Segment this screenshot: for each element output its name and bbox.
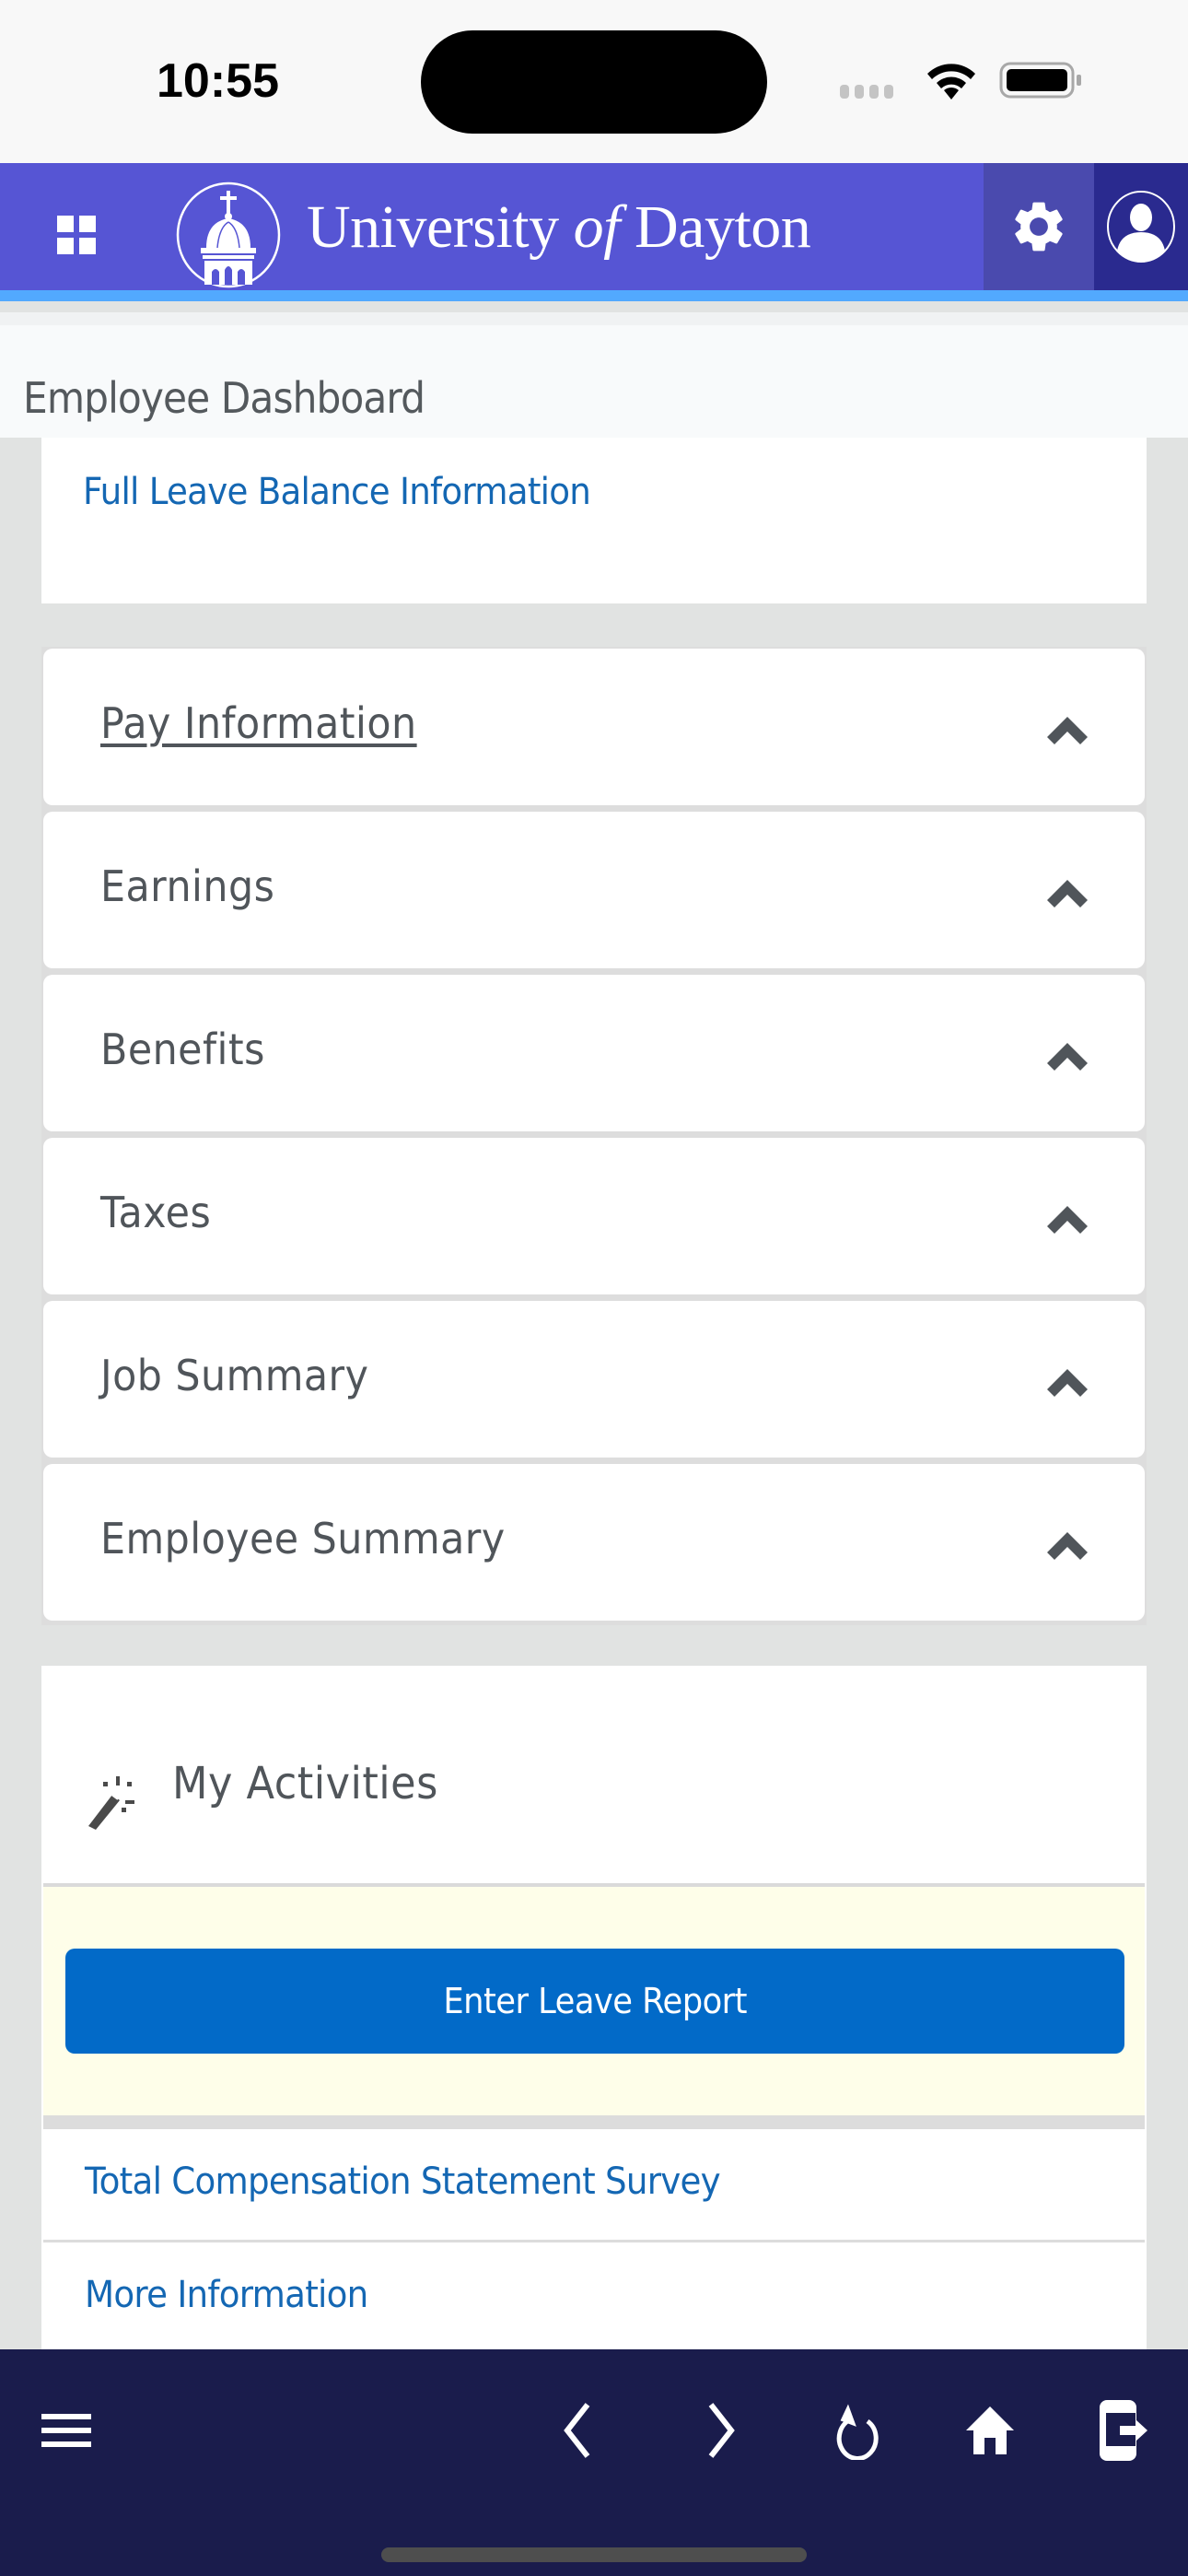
app-header: University of Dayton — [0, 163, 1188, 301]
menu-icon — [41, 2414, 91, 2447]
chevron-up-icon — [1047, 1532, 1088, 1560]
back-button[interactable] — [543, 2394, 608, 2467]
accordion-item-earnings[interactable]: Earnings — [43, 812, 1145, 968]
accordion-label: Taxes — [100, 1188, 212, 1237]
home-button[interactable] — [958, 2394, 1022, 2467]
accordion-label: Earnings — [100, 861, 275, 911]
accordion-label: Pay Information — [100, 698, 417, 748]
accordion-label: Benefits — [100, 1025, 265, 1074]
header-accent-bar — [0, 290, 1188, 301]
divider — [43, 2115, 1145, 2129]
accordion-label: Employee Summary — [100, 1514, 506, 1563]
full-leave-balance-link[interactable]: Full Leave Balance Information — [83, 471, 591, 513]
reload-icon — [836, 2404, 879, 2460]
my-activities-card: My Activities Enter Leave Report Total C… — [41, 1666, 1147, 2353]
page-title: Employee Dashboard — [23, 373, 425, 423]
university-wordmark: University of Dayton — [307, 193, 811, 261]
chevron-right-icon — [708, 2403, 735, 2458]
my-activities-title: My Activities — [172, 1758, 438, 1809]
accordion-item-taxes[interactable]: Taxes — [43, 1138, 1145, 1294]
enter-leave-report-button[interactable]: Enter Leave Report — [65, 1949, 1124, 2054]
menu-button[interactable] — [34, 2394, 99, 2467]
user-profile-button[interactable] — [1094, 163, 1188, 290]
accordion-item-benefits[interactable]: Benefits — [43, 975, 1145, 1131]
chevron-up-icon — [1047, 1206, 1088, 1234]
bottom-toolbar — [0, 2349, 1188, 2576]
wifi-icon — [927, 64, 975, 100]
leave-balance-card: Full Leave Balance Information — [41, 438, 1147, 603]
page-title-band: Employee Dashboard — [0, 312, 1188, 438]
activities-highlight-area: Enter Leave Report — [43, 1887, 1145, 2115]
gear-icon — [1015, 202, 1063, 252]
accordion-item-job-summary[interactable]: Job Summary — [43, 1301, 1145, 1458]
exit-button[interactable] — [1091, 2394, 1156, 2467]
accordion-label: Job Summary — [100, 1351, 369, 1400]
chevron-up-icon — [1047, 1043, 1088, 1071]
forward-button[interactable] — [691, 2394, 755, 2467]
more-information-link[interactable]: More Information — [85, 2274, 368, 2316]
user-avatar-icon — [1107, 191, 1175, 263]
university-seal-logo — [176, 181, 281, 288]
my-activities-header: My Activities — [41, 1666, 1147, 1883]
cellular-signal-icon — [840, 85, 893, 99]
accordion-item-employee-summary[interactable]: Employee Summary — [43, 1464, 1145, 1621]
accordion-item-pay-information[interactable]: Pay Information — [43, 649, 1145, 805]
chevron-up-icon — [1047, 1369, 1088, 1397]
exit-icon — [1100, 2400, 1147, 2461]
chevron-up-icon — [1047, 880, 1088, 907]
home-icon — [966, 2406, 1014, 2454]
status-time: 10:55 — [157, 54, 279, 108]
chevron-left-icon — [564, 2403, 590, 2458]
settings-button[interactable] — [984, 163, 1094, 290]
app-switcher-button[interactable] — [55, 214, 98, 256]
dynamic-island — [421, 30, 767, 134]
activity-link-row: More Information — [43, 2242, 1145, 2353]
reload-button[interactable] — [824, 2394, 889, 2467]
battery-icon — [999, 62, 1081, 99]
pay-accordion: Pay Information Earnings Benefits Taxes … — [41, 647, 1147, 1625]
magic-wand-icon — [88, 1776, 134, 1830]
activity-link-row: Total Compensation Statement Survey — [43, 2129, 1145, 2240]
chevron-up-icon — [1047, 717, 1088, 744]
home-indicator — [381, 2547, 807, 2562]
total-compensation-survey-link[interactable]: Total Compensation Statement Survey — [85, 2160, 721, 2203]
status-bar: 10:55 — [0, 0, 1188, 163]
